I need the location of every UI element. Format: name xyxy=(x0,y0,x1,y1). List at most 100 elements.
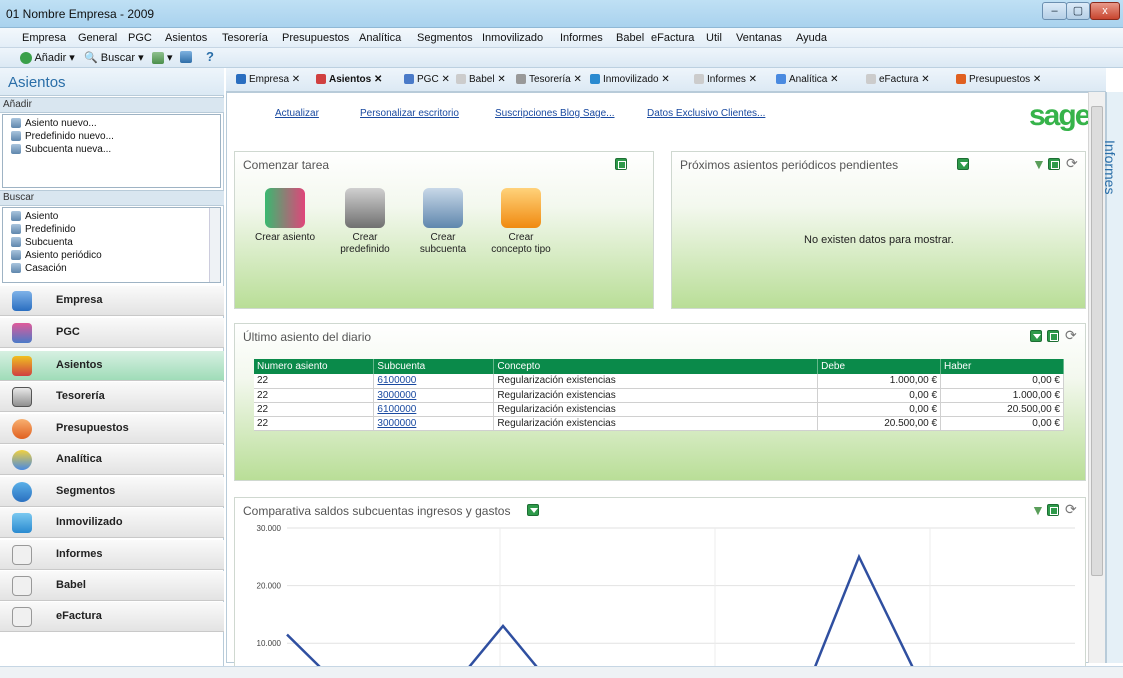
add-item-predefinido[interactable]: Predefinido nuevo... xyxy=(11,131,114,142)
nav-babel[interactable]: Babel xyxy=(0,571,224,601)
subcuenta-link[interactable]: 6100000 xyxy=(377,404,416,415)
refresh-panel-icon[interactable]: ⟳ xyxy=(1066,155,1078,172)
right-panel-label[interactable]: Informes xyxy=(1102,140,1118,194)
help-icon[interactable]: ? xyxy=(206,49,214,64)
tab-tesoreria[interactable]: Tesorería ✕ xyxy=(516,74,582,85)
task-crear-predefinido[interactable]: Crear predefinido xyxy=(325,188,405,256)
tab-pgc[interactable]: PGC ✕ xyxy=(404,74,450,85)
subcuenta-icon xyxy=(11,237,21,248)
comparativa-chart: 30.000 20.000 10.000 xyxy=(257,524,1075,666)
menu-tesoreria[interactable]: Tesorería xyxy=(222,32,268,44)
close-button[interactable]: x xyxy=(1090,2,1120,20)
add-item-subcuenta[interactable]: Subcuenta nueva... xyxy=(11,144,111,155)
nav-empresa[interactable]: Empresa xyxy=(0,286,224,316)
collapse-panel-icon[interactable] xyxy=(527,504,539,516)
menu-ayuda[interactable]: Ayuda xyxy=(796,32,827,44)
tab-informes[interactable]: Informes ✕ xyxy=(694,74,757,85)
nav-inmovilizado[interactable]: Inmovilizado xyxy=(0,508,224,538)
nav-pgc[interactable]: PGC xyxy=(0,318,224,348)
search-item-asiento-periodico[interactable]: Asiento periódico xyxy=(11,250,102,261)
menu-segmentos[interactable]: Segmentos xyxy=(417,32,473,44)
menu-empresa[interactable]: Empresa xyxy=(22,32,66,44)
minimize-button[interactable]: – xyxy=(1042,2,1067,20)
maximize-panel-icon[interactable] xyxy=(1047,504,1059,516)
search-button[interactable]: 🔍 Buscar ▾ xyxy=(84,51,144,64)
tab-presupuestos[interactable]: Presupuestos ✕ xyxy=(956,74,1041,85)
nav-tesoreria[interactable]: Tesorería xyxy=(0,382,224,412)
header-debe[interactable]: Debe xyxy=(817,359,942,374)
left-panel-title: Asientos xyxy=(8,74,66,91)
collapse-panel-icon[interactable] xyxy=(1030,330,1042,342)
tab-inmovilizado[interactable]: Inmovilizado ✕ xyxy=(590,74,670,85)
menu-efactura[interactable]: eFactura xyxy=(651,32,694,44)
search-label: Buscar xyxy=(100,52,136,64)
menu-ventanas[interactable]: Ventanas xyxy=(736,32,782,44)
search-item-predefinido[interactable]: Predefinido xyxy=(11,224,76,235)
maximize-panel-icon[interactable] xyxy=(1047,330,1059,342)
menu-general[interactable]: General xyxy=(78,32,117,44)
maximize-panel-icon[interactable] xyxy=(1048,158,1060,170)
table-row[interactable]: 22 3000000 Regularización existencias 20… xyxy=(254,416,1064,431)
efactura-icon xyxy=(866,74,876,85)
nav-analitica[interactable]: Analítica xyxy=(0,445,224,475)
tab-analitica[interactable]: Analítica ✕ xyxy=(776,74,839,85)
nav-presupuestos[interactable]: Presupuestos xyxy=(0,414,224,444)
subcuenta-link[interactable]: 3000000 xyxy=(377,390,416,401)
filter-icon[interactable]: ▼ xyxy=(1031,502,1045,518)
header-concepto[interactable]: Concepto xyxy=(493,359,819,374)
refresh-panel-icon[interactable]: ⟳ xyxy=(1065,501,1077,518)
header-subcuenta[interactable]: Subcuenta xyxy=(373,359,495,374)
nav-asientos[interactable]: Asientos xyxy=(0,351,224,381)
menu-analitica[interactable]: Analítica xyxy=(359,32,401,44)
task-crear-subcuenta[interactable]: Crear subcuenta xyxy=(403,188,483,256)
subcuenta-link[interactable]: 3000000 xyxy=(377,418,416,429)
refresh-panel-icon[interactable]: ⟳ xyxy=(1065,327,1077,344)
table-row[interactable]: 22 6100000 Regularización existencias 0,… xyxy=(254,402,1064,417)
menu-bar: Empresa General PGC Asientos Tesorería P… xyxy=(0,28,1123,48)
nav-efactura[interactable]: eFactura xyxy=(0,602,224,632)
analitica-icon xyxy=(776,74,786,85)
tab-empresa[interactable]: Empresa ✕ xyxy=(236,74,300,85)
maximize-button[interactable]: ▢ xyxy=(1066,2,1090,20)
menu-babel[interactable]: Babel xyxy=(616,32,644,44)
header-haber[interactable]: Haber xyxy=(940,359,1064,374)
add-button[interactable]: Añadir ▾ xyxy=(20,51,75,65)
link-actualizar[interactable]: Actualizar xyxy=(275,108,319,119)
maximize-panel-icon[interactable] xyxy=(615,158,627,170)
link-suscripciones-blog[interactable]: Suscripciones Blog Sage... xyxy=(495,108,615,119)
link-datos-exclusivo[interactable]: Datos Exclusivo Clientes... xyxy=(647,108,765,119)
search-list-scrollbar[interactable] xyxy=(209,208,220,282)
tesoreria-icon xyxy=(12,387,32,407)
nav-segmentos[interactable]: Segmentos xyxy=(0,477,224,507)
table-row[interactable]: 22 3000000 Regularización existencias 0,… xyxy=(254,388,1064,403)
subcuenta-link[interactable]: 6100000 xyxy=(377,375,416,386)
search-item-asiento[interactable]: Asiento xyxy=(11,211,58,222)
calculator-icon[interactable]: ▾ xyxy=(152,51,173,65)
tab-asientos[interactable]: Asientos ✕ xyxy=(316,74,382,85)
panel-title: Comparativa saldos subcuentas ingresos y… xyxy=(243,504,511,518)
tab-strip: Empresa ✕ Asientos ✕ PGC ✕ Babel ✕ Tesor… xyxy=(226,68,1106,92)
task-crear-asiento[interactable]: Crear asiento xyxy=(245,188,325,244)
search-item-casacion[interactable]: Casación xyxy=(11,263,67,274)
left-panel: Asientos Añadir Asiento nuevo... Predefi… xyxy=(0,68,224,666)
nav-informes[interactable]: Informes xyxy=(0,540,224,570)
task-crear-concepto-tipo[interactable]: Crear concepto tipo xyxy=(481,188,561,256)
subcuenta-icon xyxy=(11,144,21,155)
predefinido-icon xyxy=(11,224,21,235)
tab-babel[interactable]: Babel ✕ xyxy=(456,74,506,85)
menu-asientos[interactable]: Asientos xyxy=(165,32,207,44)
collapse-panel-icon[interactable] xyxy=(957,158,969,170)
filter-icon[interactable]: ▼ xyxy=(1032,156,1046,172)
menu-inmovilizado[interactable]: Inmovilizado xyxy=(482,32,543,44)
search-item-subcuenta[interactable]: Subcuenta xyxy=(11,237,73,248)
table-row[interactable]: 22 6100000 Regularización existencias 1.… xyxy=(254,374,1064,389)
tab-efactura[interactable]: eFactura ✕ xyxy=(866,74,930,85)
link-personalizar-escritorio[interactable]: Personalizar escritorio xyxy=(360,108,459,119)
add-item-asiento[interactable]: Asiento nuevo... xyxy=(11,118,97,129)
menu-informes[interactable]: Informes xyxy=(560,32,603,44)
menu-util[interactable]: Util xyxy=(706,32,722,44)
refresh-icon[interactable] xyxy=(180,51,192,64)
menu-pgc[interactable]: PGC xyxy=(128,32,152,44)
menu-presupuestos[interactable]: Presupuestos xyxy=(282,32,349,44)
header-numero-asiento[interactable]: Numero asiento xyxy=(254,359,375,374)
